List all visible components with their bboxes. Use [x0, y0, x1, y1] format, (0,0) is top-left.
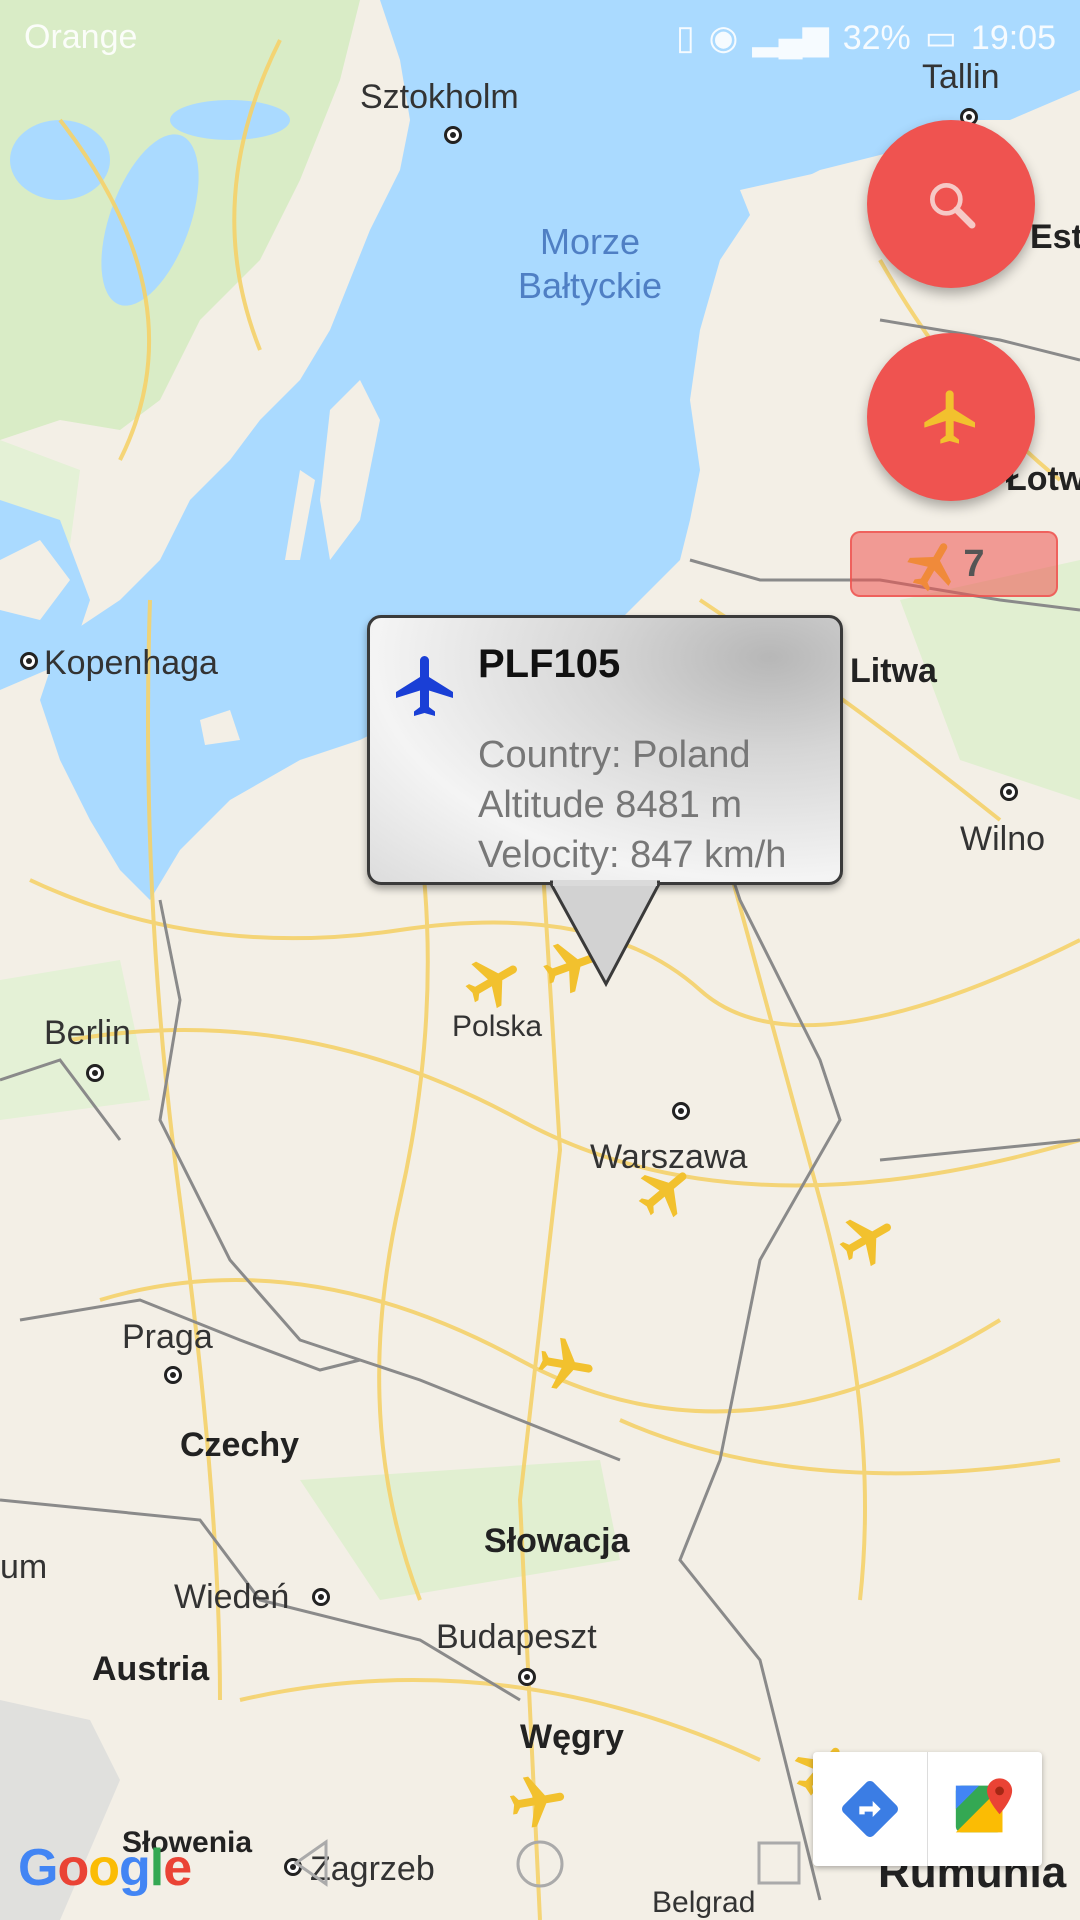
- airplane-icon: [924, 390, 975, 444]
- airplane-icon: [907, 543, 951, 592]
- country-label-eston: Eston: [1030, 218, 1080, 256]
- search-icon: [930, 183, 976, 229]
- status-bar: Orange ▯ ◉ ▂▄▆ 32% ▭ 19:05: [0, 0, 1080, 72]
- city-marker-kopenhaga: [20, 652, 38, 670]
- airplane-marker[interactable]: [634, 1160, 698, 1224]
- city-marker-berlin: [86, 1064, 104, 1082]
- carrier-label: Orange: [24, 18, 138, 56]
- city-label-wilno: Wilno: [960, 820, 1046, 858]
- airplane-marker[interactable]: [462, 950, 526, 1014]
- flight-altitude: Altitude 8481 m: [478, 784, 743, 826]
- signal-icon: ▂▄▆: [752, 19, 829, 57]
- home-icon[interactable]: [514, 1838, 566, 1890]
- city-marker-warszawa: [672, 1102, 690, 1120]
- flight-info-window[interactable]: PLF105 Country: Poland Altitude 8481 m V…: [367, 615, 843, 885]
- country-label-polska: Polska: [452, 1010, 543, 1043]
- city-label-wieden: Wiedeń: [174, 1578, 290, 1616]
- city-label-kopenhaga: Kopenhaga: [44, 644, 218, 682]
- clock: 19:05: [970, 18, 1056, 57]
- flight-country: Country: Poland: [478, 734, 751, 776]
- country-label-wegry: Węgry: [520, 1718, 624, 1756]
- city-label-praga: Praga: [122, 1318, 213, 1356]
- city-label-berlin: Berlin: [44, 1014, 131, 1052]
- battery-percent: 32%: [842, 18, 911, 57]
- city-marker-sztokholm: [444, 126, 462, 144]
- recents-icon[interactable]: [756, 1840, 802, 1886]
- flights-button[interactable]: [867, 333, 1035, 501]
- info-window-pointer: [550, 880, 660, 988]
- search-button[interactable]: [867, 120, 1035, 288]
- eye-icon: ◉: [708, 19, 739, 57]
- battery-icon: ▭: [924, 19, 957, 57]
- country-label-um: um: [0, 1548, 48, 1586]
- flight-cluster-badge[interactable]: 7: [850, 531, 1058, 597]
- country-label-austria: Austria: [92, 1650, 210, 1688]
- country-label-slowacja: Słowacja: [484, 1522, 630, 1560]
- city-label-sztokholm: Sztokholm: [360, 78, 519, 116]
- city-marker-wilno: [1000, 783, 1018, 801]
- airplane-icon: [396, 656, 453, 716]
- map-view[interactable]: Morze Bałtyckie Tallin Sztokholm Kopenhag…: [0, 0, 1080, 1920]
- country-label-czechy: Czechy: [180, 1426, 300, 1464]
- vibrate-icon: ▯: [675, 19, 695, 57]
- country-label-litwa: Litwa: [850, 652, 937, 690]
- cluster-count: 7: [963, 542, 985, 585]
- google-attribution-logo: Google: [18, 1839, 192, 1897]
- back-icon[interactable]: [290, 1838, 330, 1888]
- airplane-marker[interactable]: [836, 1208, 900, 1272]
- airplane-marker[interactable]: [534, 1334, 598, 1398]
- city-marker-budapeszt: [518, 1668, 536, 1686]
- city-marker-wieden: [312, 1588, 330, 1606]
- city-label-budapeszt: Budapeszt: [436, 1618, 597, 1656]
- flight-callsign: PLF105: [478, 642, 621, 686]
- flight-velocity: Velocity: 847 km/h: [478, 834, 787, 876]
- city-marker-praga: [164, 1366, 182, 1384]
- status-icons: ▯ ◉ ▂▄▆ 32% ▭ 19:05: [676, 18, 1056, 58]
- sea-label: Morze Bałtyckie: [517, 221, 663, 306]
